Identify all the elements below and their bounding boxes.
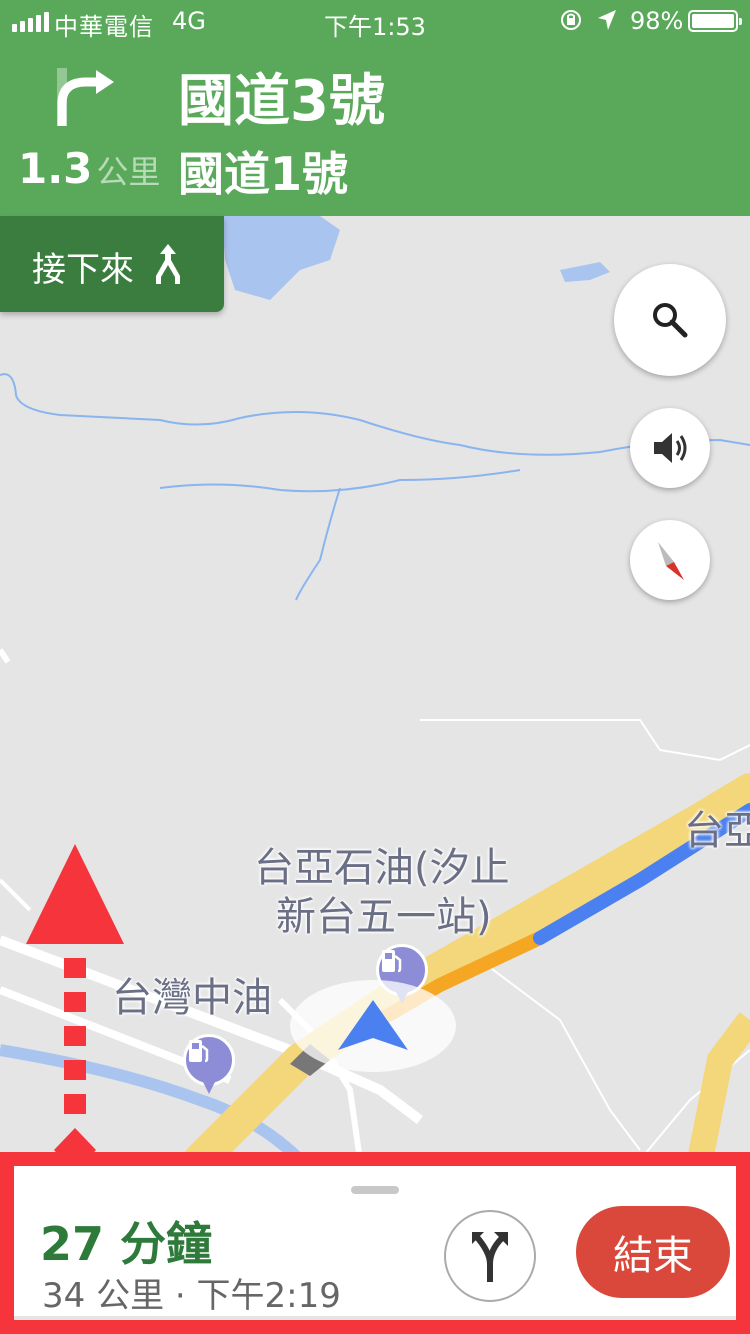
trip-distance-arrival: 34 公里 · 下午2:19 <box>42 1276 341 1316</box>
distance-to-turn: 1.3 公里 <box>18 144 160 193</box>
drag-handle[interactable] <box>351 1186 399 1194</box>
poi-label-taiya-line2[interactable]: 新台五一站) <box>276 894 492 940</box>
trip-summary-panel[interactable]: 27 分鐘 34 公里 · 下午2:19 結束 <box>14 1166 736 1316</box>
then-label: 接下來 <box>32 250 134 290</box>
poi-label-cpc[interactable]: 台灣中油 <box>112 975 272 1021</box>
current-location-marker <box>290 980 456 1072</box>
search-icon <box>653 303 688 338</box>
exit-navigation-button[interactable]: 結束 <box>576 1206 730 1298</box>
distance-value: 1.3 <box>18 144 93 193</box>
alternate-routes-button[interactable] <box>444 1210 536 1302</box>
gas-station-pin-cpc[interactable] <box>183 1034 235 1096</box>
navigation-arrow-icon <box>338 1000 408 1050</box>
distance-unit: 公里 <box>96 153 161 191</box>
compass-icon <box>658 542 684 580</box>
gas-station-icon <box>183 1034 235 1086</box>
secondary-road-name: 國道1號 <box>178 147 349 201</box>
battery-icon <box>688 10 742 32</box>
then-step-indicator[interactable]: 接下來 <box>0 216 224 312</box>
turn-right-icon <box>57 68 114 126</box>
annotation-arrow-icon <box>26 844 124 1170</box>
status-bar: 中華電信 4G 下午1:53 98% <box>0 0 750 41</box>
trip-duration: 27 分鐘 <box>40 1217 213 1271</box>
volume-icon <box>654 433 687 463</box>
compass-button[interactable] <box>630 520 710 600</box>
poi-label-taiya-line1[interactable]: 台亞石油(汐止 <box>254 845 510 891</box>
sound-toggle-button[interactable] <box>630 408 710 488</box>
rotation-lock-icon <box>561 10 581 30</box>
primary-road-name: 國道3號 <box>178 69 385 134</box>
navigation-header[interactable]: 1.3 公里 國道3號 國道1號 <box>0 40 750 216</box>
poi-label-edge[interactable]: 台亞 <box>684 808 750 854</box>
location-arrow-icon <box>598 10 616 30</box>
battery-percent: 98% <box>630 7 684 35</box>
alternate-routes-icon <box>472 1232 508 1282</box>
search-button[interactable] <box>614 264 726 376</box>
merge-icon <box>156 244 180 284</box>
